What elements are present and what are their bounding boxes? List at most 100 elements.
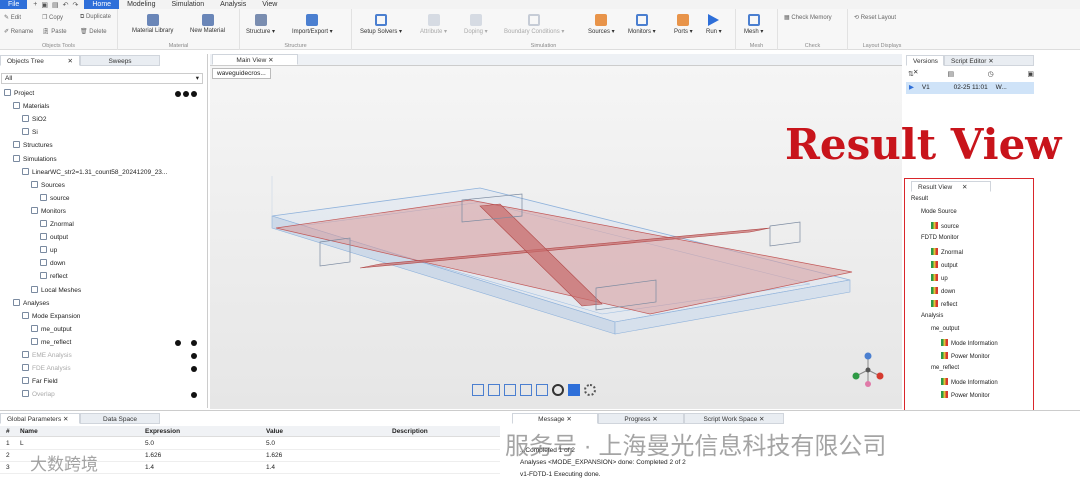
- result-item[interactable]: Power Monitor: [941, 352, 990, 360]
- paste-button[interactable]: 📋︎ Paste: [42, 28, 67, 35]
- close-icon[interactable]: ✕: [652, 416, 657, 423]
- result-item[interactable]: Znormal: [931, 248, 963, 256]
- tab-data-space[interactable]: Data Space: [80, 413, 160, 424]
- undo-icon[interactable]: ↶: [63, 1, 69, 9]
- main-3d-view[interactable]: waveguidecros...: [210, 66, 902, 409]
- tab-script-work-space[interactable]: Script Work Space ✕: [684, 413, 784, 424]
- tree-item[interactable]: Monitors: [31, 206, 66, 218]
- tree-item[interactable]: reflect: [40, 271, 68, 283]
- orientation-gizmo-icon[interactable]: [850, 352, 886, 388]
- run-button[interactable]: Run ▾: [706, 11, 722, 35]
- monitors-button[interactable]: Monitors ▾: [628, 11, 656, 35]
- result-item[interactable]: reflect: [931, 300, 957, 308]
- copy-button[interactable]: ❐ Copy: [42, 14, 63, 21]
- open-icon[interactable]: ▤: [52, 1, 59, 9]
- grid-view-icon[interactable]: [536, 384, 548, 396]
- menu-analysis[interactable]: Analysis: [212, 0, 254, 9]
- result-item[interactable]: down: [931, 287, 955, 295]
- delete-button[interactable]: 🗑︎ Delete: [80, 28, 107, 35]
- save-icon[interactable]: ▣: [1027, 70, 1034, 78]
- tree-item[interactable]: down: [40, 258, 66, 270]
- new-material-button[interactable]: New Material: [190, 11, 225, 34]
- tree-item[interactable]: SiO2: [22, 114, 46, 126]
- axis-yz-icon[interactable]: [504, 384, 516, 396]
- tree-item[interactable]: Si: [22, 127, 38, 139]
- close-icon[interactable]: ✕: [63, 416, 68, 423]
- axis-3d-icon[interactable]: [520, 384, 532, 396]
- status-dot-icon[interactable]: [175, 339, 181, 346]
- close-icon[interactable]: ✕: [566, 416, 571, 423]
- status-dot-icon[interactable]: [191, 392, 197, 399]
- clock-icon[interactable]: ◷: [988, 70, 994, 78]
- result-item[interactable]: Result: [911, 196, 928, 202]
- result-item[interactable]: me_output: [931, 326, 959, 332]
- tab-global-parameters[interactable]: Global Parameters ✕: [0, 413, 80, 424]
- tab-versions[interactable]: Versions ✕: [906, 55, 944, 76]
- result-item[interactable]: Analysis: [921, 313, 943, 319]
- tree-item[interactable]: EME Analysis: [22, 350, 72, 362]
- sort-icon[interactable]: ⇅: [908, 70, 914, 78]
- redo-icon[interactable]: ↷: [73, 1, 79, 9]
- check-memory-button[interactable]: ▦ Check Memory: [784, 14, 832, 21]
- tree-item[interactable]: LinearWC_str2=1.31_count58_20241209_23..…: [22, 167, 167, 179]
- close-icon[interactable]: ✕: [962, 184, 967, 191]
- result-item[interactable]: FDTD Monitor: [921, 235, 959, 241]
- version-row[interactable]: ▶ V1 02-25 11:01 W...: [906, 82, 1034, 94]
- attribute-button[interactable]: Attribute ▾: [420, 11, 447, 35]
- setup-solvers-button[interactable]: Setup Solvers ▾: [360, 11, 402, 35]
- save-icon[interactable]: ▣: [41, 1, 48, 9]
- tree-item[interactable]: Analyses: [13, 298, 49, 310]
- status-dot-icon[interactable]: [191, 91, 197, 97]
- menu-modeling[interactable]: Modeling: [119, 0, 163, 9]
- material-library-button[interactable]: Material Library: [132, 11, 173, 34]
- tree-item[interactable]: Znormal: [40, 219, 74, 231]
- table-row[interactable]: 1 L 5.0 5.0: [0, 438, 500, 450]
- reset-layout-button[interactable]: ⟲ Reset Layout: [854, 14, 896, 21]
- tab-main-view[interactable]: Main View ✕: [212, 54, 298, 65]
- tree-item[interactable]: me_reflect: [31, 337, 71, 349]
- tree-item[interactable]: Project: [4, 88, 34, 100]
- tab-sweeps[interactable]: Sweeps: [80, 55, 160, 66]
- tree-item[interactable]: Simulations: [13, 154, 57, 166]
- result-item[interactable]: Mode Source: [921, 209, 957, 215]
- result-item[interactable]: Power Monitor: [941, 391, 990, 399]
- boundary-conditions-button[interactable]: Boundary Conditions ▾: [504, 11, 564, 35]
- menu-file[interactable]: File: [0, 0, 28, 9]
- list-icon[interactable]: ▤: [947, 70, 954, 78]
- tab-message[interactable]: Message ✕: [512, 413, 598, 424]
- tree-item[interactable]: output: [40, 232, 68, 244]
- tree-item[interactable]: me_output: [31, 324, 72, 336]
- result-item[interactable]: source: [931, 222, 959, 230]
- tab-objects-tree[interactable]: Objects Tree ✕: [0, 55, 80, 66]
- result-item[interactable]: output: [931, 261, 958, 269]
- result-item[interactable]: Mode Information: [941, 339, 998, 347]
- result-item[interactable]: me_reflect: [931, 365, 959, 371]
- tab-progress[interactable]: Progress ✕: [598, 413, 684, 424]
- tree-item[interactable]: source: [40, 193, 70, 205]
- status-dot-icon[interactable]: [191, 366, 197, 373]
- doping-button[interactable]: Doping ▾: [464, 11, 488, 35]
- status-dot-icon[interactable]: [183, 91, 189, 97]
- result-item[interactable]: up: [931, 274, 948, 282]
- settings-icon[interactable]: [584, 384, 596, 396]
- status-dot-icon[interactable]: [191, 339, 197, 346]
- close-icon[interactable]: ✕: [68, 56, 73, 67]
- menu-home[interactable]: Home: [84, 0, 120, 9]
- tree-item[interactable]: Sources: [31, 180, 65, 192]
- menu-view[interactable]: View: [254, 0, 285, 9]
- ports-button[interactable]: Ports ▾: [674, 11, 693, 35]
- mesh-button[interactable]: Mesh ▾: [744, 11, 763, 35]
- rotate-icon[interactable]: [552, 384, 564, 396]
- tree-item[interactable]: FDE Analysis: [22, 363, 71, 375]
- structure-button[interactable]: Structure ▾: [246, 11, 275, 35]
- close-icon[interactable]: ✕: [268, 57, 273, 64]
- tree-item[interactable]: up: [40, 245, 57, 257]
- result-item[interactable]: Mode Information: [941, 378, 998, 386]
- tree-item[interactable]: Overlap: [22, 389, 55, 401]
- tree-item[interactable]: Materials: [13, 101, 49, 113]
- close-icon[interactable]: ✕: [759, 416, 764, 423]
- tab-result-view[interactable]: Result View ✕: [911, 181, 991, 192]
- axis-xy-icon[interactable]: [472, 384, 484, 396]
- duplicate-button[interactable]: ⧉ Duplicate: [80, 14, 111, 21]
- sources-button[interactable]: Sources ▾: [588, 11, 615, 35]
